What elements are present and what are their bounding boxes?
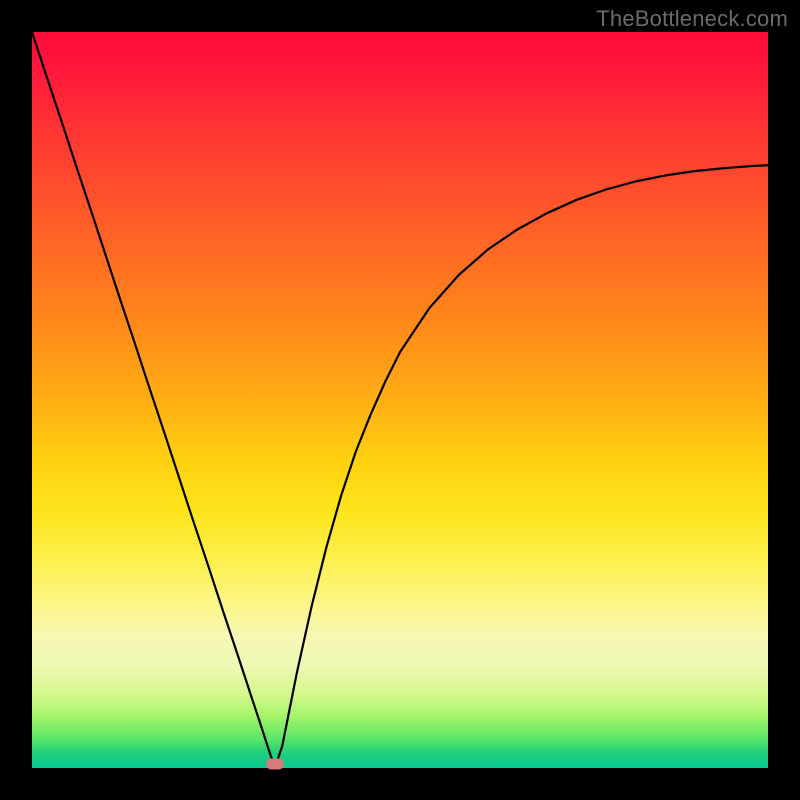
plot-area [32,32,768,768]
bottleneck-curve [32,32,768,768]
chart-frame: TheBottleneck.com [0,0,800,800]
optimum-marker [266,759,284,770]
watermark-text: TheBottleneck.com [596,6,788,32]
